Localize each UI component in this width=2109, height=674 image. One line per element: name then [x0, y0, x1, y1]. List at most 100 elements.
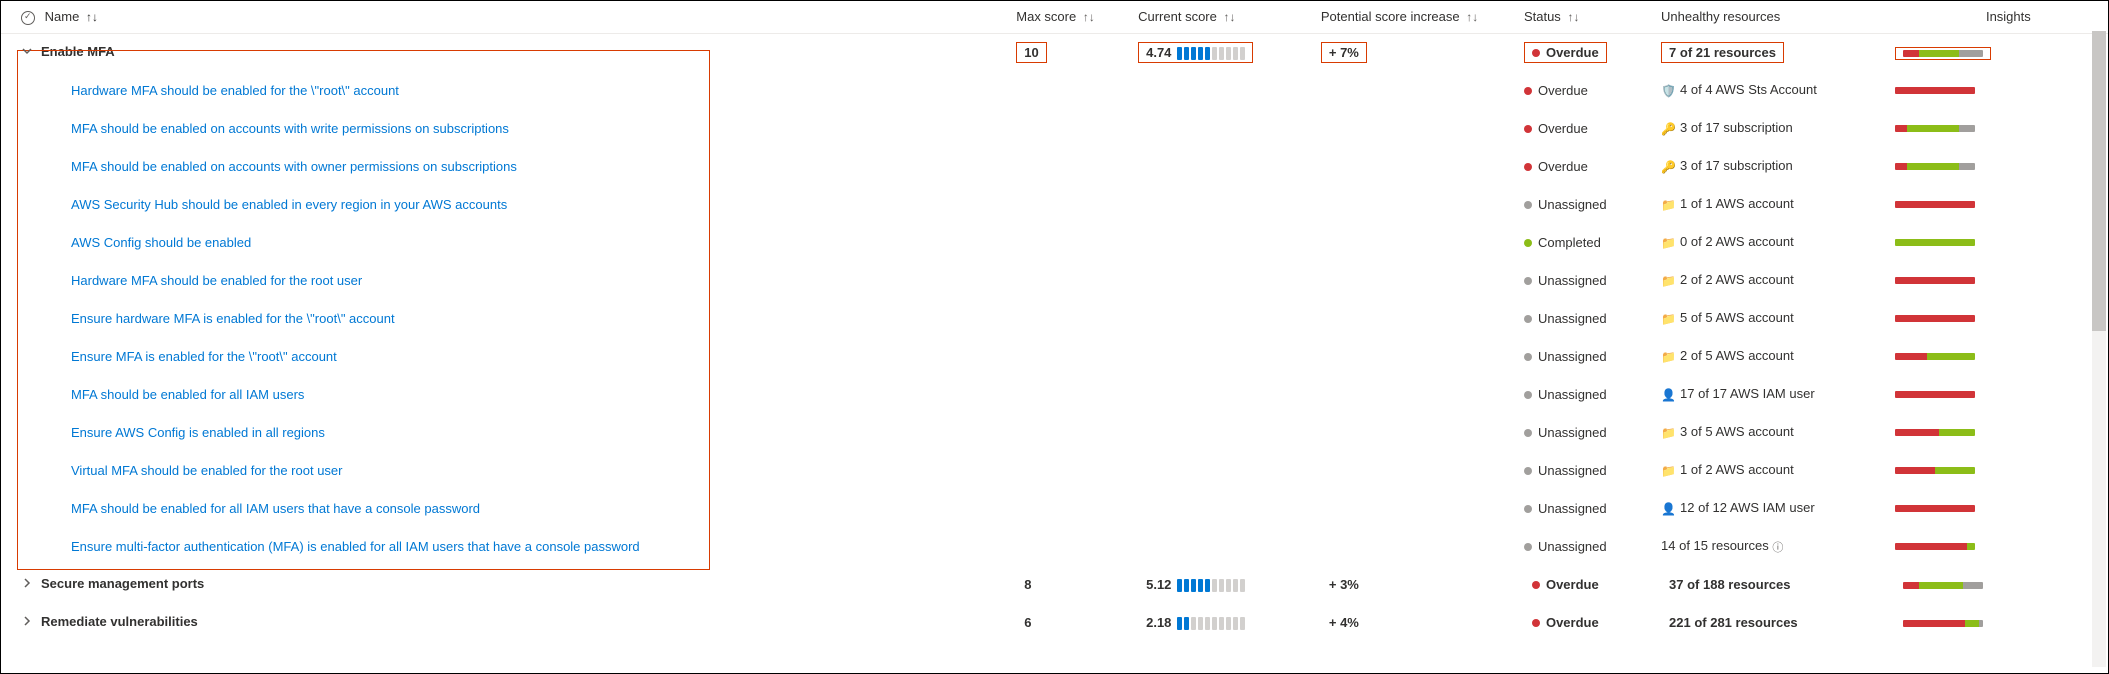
- col-header-pot[interactable]: Potential score increase ↑↓: [1311, 1, 1514, 33]
- unhealthy-text: 3 of 5 AWS account: [1661, 424, 1794, 439]
- recommendation-row[interactable]: AWS Config should be enabledCompleted0 o…: [1, 223, 2108, 261]
- col-header-cur[interactable]: Current score ↑↓: [1128, 1, 1311, 33]
- recommendation-row[interactable]: Ensure hardware MFA is enabled for the \…: [1, 299, 2108, 337]
- folder-icon: [1661, 236, 1675, 250]
- recommendation-row[interactable]: Ensure MFA is enabled for the \"root\" a…: [1, 337, 2108, 375]
- tick: [1226, 617, 1231, 630]
- info-icon[interactable]: [1772, 540, 1786, 554]
- recommendation-link[interactable]: Hardware MFA should be enabled for the r…: [71, 273, 362, 288]
- recommendation-row[interactable]: Ensure AWS Config is enabled in all regi…: [1, 413, 2108, 451]
- sort-icon[interactable]: ↑↓: [1223, 10, 1235, 24]
- bar-green: [1939, 429, 1975, 436]
- recommendation-row[interactable]: Hardware MFA should be enabled for the r…: [1, 261, 2108, 299]
- bar-red: [1895, 277, 1975, 284]
- tick: [1233, 617, 1238, 630]
- unhealthy-text: 0 of 2 AWS account: [1661, 234, 1794, 249]
- status-cell: Unassigned: [1524, 349, 1607, 364]
- recommendation-row[interactable]: Ensure multi-factor authentication (MFA)…: [1, 527, 2108, 565]
- recommendation-link[interactable]: AWS Security Hub should be enabled in ev…: [71, 197, 507, 212]
- bar-red: [1895, 87, 1975, 94]
- header-label: Unhealthy resources: [1661, 9, 1780, 24]
- scrollbar-thumb[interactable]: [2092, 31, 2106, 331]
- recommendation-row[interactable]: MFA should be enabled on accounts with w…: [1, 109, 2108, 147]
- recommendation-row[interactable]: MFA should be enabled on accounts with o…: [1, 147, 2108, 185]
- sort-icon[interactable]: ↑↓: [86, 10, 98, 24]
- group-row[interactable]: Secure management ports85.12+ 3%Overdue3…: [1, 565, 2108, 603]
- bar-red: [1895, 201, 1975, 208]
- recommendation-link[interactable]: MFA should be enabled for all IAM users: [71, 387, 304, 402]
- status-dot-icon: [1532, 49, 1540, 57]
- status-cell: Overdue: [1524, 159, 1588, 174]
- recommendation-link[interactable]: MFA should be enabled for all IAM users …: [71, 501, 480, 516]
- recommendation-row[interactable]: Hardware MFA should be enabled for the \…: [1, 71, 2108, 109]
- recommendation-link[interactable]: AWS Config should be enabled: [71, 235, 251, 250]
- recommendation-link[interactable]: Ensure MFA is enabled for the \"root\" a…: [71, 349, 337, 364]
- pot-score: + 3%: [1321, 574, 1367, 595]
- max-score: 6: [1016, 612, 1039, 633]
- select-all-toggle[interactable]: [21, 11, 35, 25]
- recommendation-row[interactable]: Virtual MFA should be enabled for the ro…: [1, 451, 2108, 489]
- sort-icon[interactable]: ↑↓: [1567, 10, 1579, 24]
- header-label: Current score: [1138, 9, 1217, 24]
- folder-icon: [1661, 312, 1675, 326]
- recommendation-link[interactable]: Virtual MFA should be enabled for the ro…: [71, 463, 342, 478]
- bar-cell: [1895, 617, 1991, 630]
- col-header-max[interactable]: Max score ↑↓: [1006, 1, 1128, 33]
- col-header-unhealthy[interactable]: Unhealthy resources: [1651, 1, 1885, 33]
- recommendation-link[interactable]: Ensure AWS Config is enabled in all regi…: [71, 425, 325, 440]
- col-header-bar: [1885, 1, 1976, 33]
- recommendation-link[interactable]: MFA should be enabled on accounts with o…: [71, 159, 517, 174]
- group-row[interactable]: Remediate vulnerabilities62.18+ 4%Overdu…: [1, 603, 2108, 641]
- folder-icon: [1661, 350, 1675, 364]
- tick: [1205, 47, 1210, 60]
- bar-red: [1895, 353, 1927, 360]
- tick: [1219, 579, 1224, 592]
- bar-green: [1919, 50, 1959, 57]
- status-dot-icon: [1524, 201, 1532, 209]
- recommendation-row[interactable]: MFA should be enabled for all IAM usersU…: [1, 375, 2108, 413]
- col-header-name[interactable]: Name ↑↓: [1, 1, 1006, 33]
- recommendation-link[interactable]: Ensure multi-factor authentication (MFA)…: [71, 539, 640, 554]
- chevron-right-icon[interactable]: [21, 615, 33, 630]
- recommendation-link[interactable]: MFA should be enabled on accounts with w…: [71, 121, 509, 136]
- col-header-insights[interactable]: Insights: [1976, 1, 2108, 33]
- tick: [1177, 617, 1182, 630]
- status-dot-icon: [1532, 619, 1540, 627]
- header-label: Insights: [1986, 9, 2031, 24]
- scrollbar[interactable]: [2092, 31, 2106, 667]
- status-cell: Overdue: [1524, 42, 1607, 63]
- tick: [1212, 47, 1217, 60]
- header-label: Potential score increase: [1321, 9, 1460, 24]
- pot-score: + 7%: [1321, 42, 1367, 63]
- bar-green: [1967, 543, 1975, 550]
- group-row[interactable]: Enable MFA104.74+ 7%Overdue7 of 21 resou…: [1, 33, 2108, 71]
- status-dot-icon: [1524, 277, 1532, 285]
- health-bar: [1895, 429, 1975, 436]
- unhealthy-text: 1 of 1 AWS account: [1661, 196, 1794, 211]
- chevron-down-icon[interactable]: [21, 45, 33, 60]
- user-icon: [1661, 388, 1675, 402]
- tick: [1177, 47, 1182, 60]
- bar-red: [1895, 125, 1907, 132]
- col-header-status[interactable]: Status ↑↓: [1514, 1, 1651, 33]
- sort-icon[interactable]: ↑↓: [1083, 10, 1095, 24]
- tick: [1240, 579, 1245, 592]
- sort-icon[interactable]: ↑↓: [1466, 10, 1478, 24]
- recommendation-row[interactable]: MFA should be enabled for all IAM users …: [1, 489, 2108, 527]
- tick: [1219, 617, 1224, 630]
- tick: [1240, 47, 1245, 60]
- status-dot-icon: [1524, 315, 1532, 323]
- status-cell: Unassigned: [1524, 425, 1607, 440]
- key-icon: [1661, 160, 1675, 174]
- recommendation-link[interactable]: Hardware MFA should be enabled for the \…: [71, 83, 399, 98]
- health-bar: [1895, 163, 1975, 170]
- health-bar: [1895, 467, 1975, 474]
- recommendation-link[interactable]: Ensure hardware MFA is enabled for the \…: [71, 311, 395, 326]
- status-cell: Overdue: [1524, 612, 1607, 633]
- chevron-right-icon[interactable]: [21, 577, 33, 592]
- unhealthy-text: 2 of 2 AWS account: [1661, 272, 1794, 287]
- status-cell: Unassigned: [1524, 539, 1607, 554]
- recommendation-row[interactable]: AWS Security Hub should be enabled in ev…: [1, 185, 2108, 223]
- tick: [1191, 47, 1196, 60]
- tick: [1184, 579, 1189, 592]
